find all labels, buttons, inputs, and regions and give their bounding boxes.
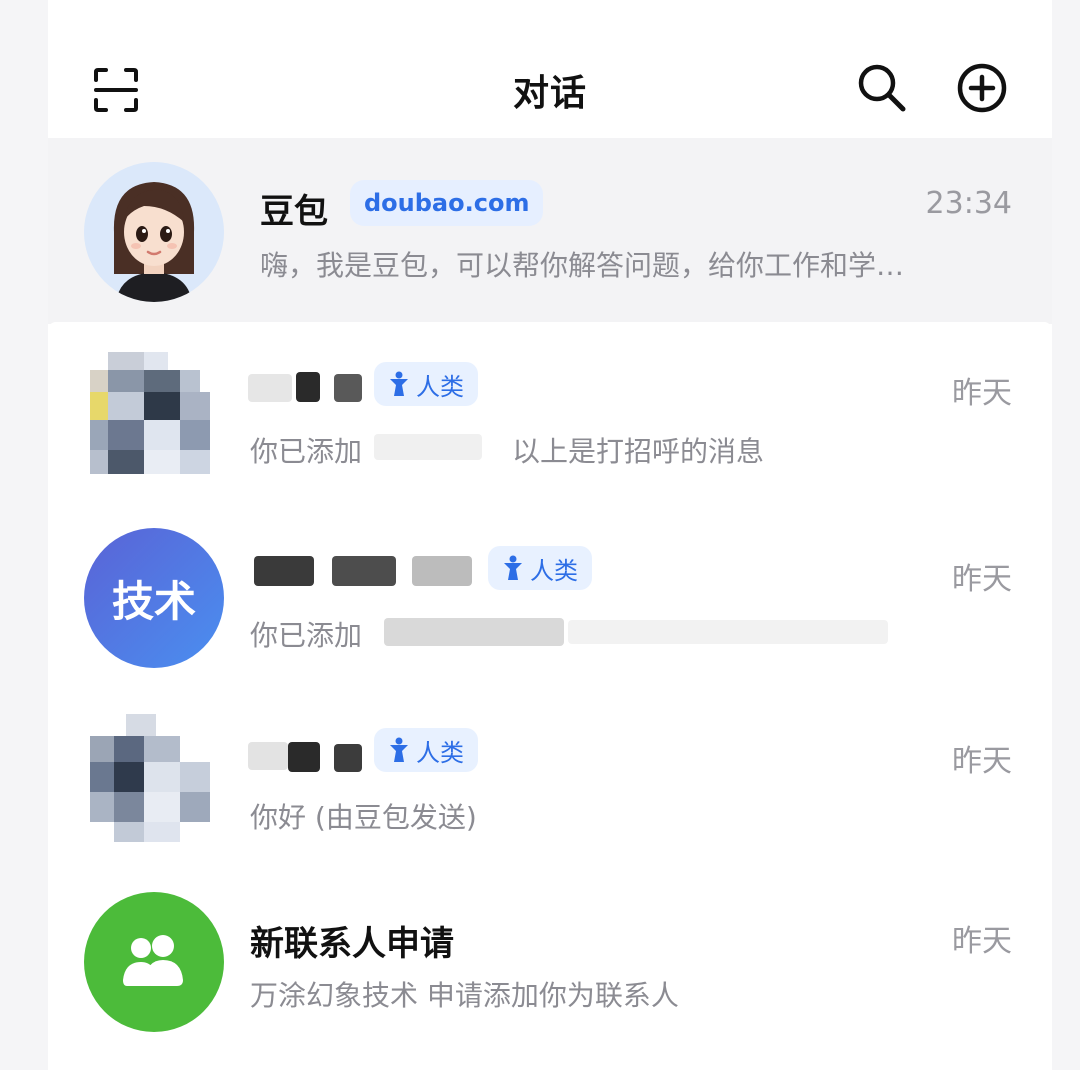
redacted-text [374, 434, 482, 460]
human-icon [504, 555, 522, 580]
conversation-item[interactable]: 人类 昨天 你已添加 以上是打招呼的消息 [48, 322, 1052, 508]
human-icon [390, 371, 408, 396]
people-icon [123, 935, 183, 986]
conversation-item[interactable]: 人类 昨天 你好 (由豆包发送) [48, 694, 1052, 874]
conversation-preview: 你好 (由豆包发送) [250, 801, 477, 834]
conversation-preview-prefix: 你已添加 [250, 435, 363, 468]
pinned-conversation-doubao[interactable]: 豆包 doubao.com 23:34 嗨，我是豆包，可以帮你解答问题，给你工作… [48, 138, 1052, 324]
top-bar: 对话 [48, 0, 1052, 138]
human-icon [390, 737, 408, 762]
conversation-time: 昨天 [952, 562, 1012, 597]
redacted-name [334, 744, 362, 772]
conversation-time: 23:34 [925, 186, 1012, 221]
redacted-name [334, 374, 362, 402]
add-circle-icon[interactable] [954, 60, 1010, 116]
avatar-text: 技术 [111, 576, 196, 626]
human-tag: 人类 [374, 728, 478, 772]
redacted-name [288, 742, 320, 772]
conversation-preview: 嗨，我是豆包，可以帮你解答问题，给你工作和学… [260, 249, 905, 282]
conversation-time: 昨天 [952, 744, 1012, 779]
conversation-preview-suffix: 以上是打招呼的消息 [512, 435, 765, 468]
redacted-name [248, 374, 292, 402]
human-tag: 人类 [488, 546, 592, 590]
conversation-preview: 万涂幻象技术 申请添加你为联系人 [250, 979, 679, 1012]
tag-label: 人类 [530, 556, 578, 585]
human-tag: 人类 [374, 362, 478, 406]
conversation-time: 昨天 [952, 924, 1012, 959]
conversation-name: 豆包 [260, 192, 328, 232]
redacted-text [568, 620, 888, 644]
group-avatar: 技术 [84, 528, 224, 668]
doubao-link-badge: doubao.com [350, 180, 544, 226]
redacted-name [412, 556, 472, 586]
redacted-name [254, 556, 314, 586]
tag-label: 人类 [416, 738, 464, 767]
conversation-item[interactable]: 技术 人类 昨天 你已添加 [48, 508, 1052, 694]
doubao-avatar [84, 162, 224, 302]
redacted-name [332, 556, 396, 586]
redacted-name [248, 742, 288, 770]
conversation-name: 新联系人申请 [250, 924, 454, 964]
conversation-item-new-contact-request[interactable]: 新联系人申请 昨天 万涂幻象技术 申请添加你为联系人 [48, 874, 1052, 1060]
search-icon[interactable] [854, 60, 910, 116]
avatar-pixelated [90, 344, 214, 480]
tag-label: 人类 [416, 372, 464, 401]
conversation-preview-prefix: 你已添加 [250, 619, 363, 652]
avatar-pixelated [90, 710, 214, 846]
contacts-avatar [84, 892, 224, 1032]
conversation-list: 人类 昨天 你已添加 以上是打招呼的消息 技术 人类 昨天 你已添加 人类 昨天… [48, 322, 1052, 1070]
redacted-text [384, 618, 564, 646]
conversation-time: 昨天 [952, 376, 1012, 411]
redacted-name [296, 372, 320, 402]
